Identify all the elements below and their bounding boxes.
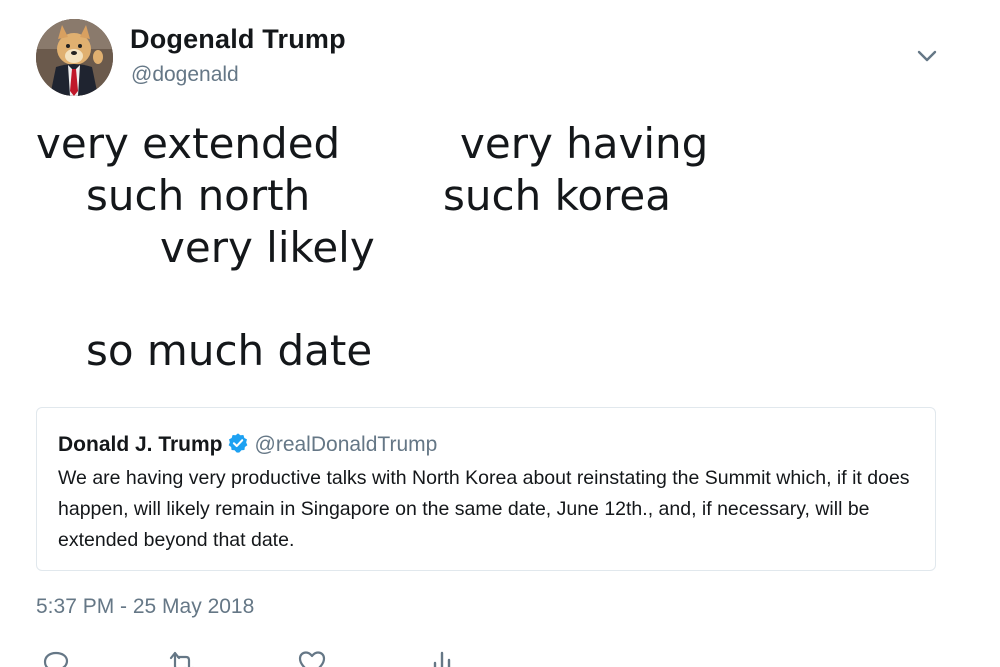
- tweet-text-line: very extended: [36, 119, 341, 168]
- analytics-icon[interactable]: [426, 648, 458, 667]
- reply-icon[interactable]: [40, 648, 72, 667]
- avatar-image: [36, 19, 113, 96]
- retweet-icon[interactable]: [166, 648, 198, 667]
- tweet-text-line: so much date: [86, 326, 373, 375]
- tweet-text-line: very likely: [160, 223, 375, 272]
- timestamp[interactable]: 5:37 PM - 25 May 2018: [36, 595, 254, 619]
- quoted-tweet-text: We are having very productive talks with…: [58, 467, 910, 551]
- action-bar: [0, 648, 1000, 667]
- display-name[interactable]: Dogenald Trump: [130, 24, 346, 55]
- quoted-tweet-header: Donald J. Trump @realDonaldTrump: [58, 432, 437, 457]
- tweet-text-line: very having: [460, 119, 709, 168]
- verified-badge-icon: [228, 433, 247, 453]
- tweet: Dogenald Trump @dogenald very extended v…: [0, 0, 1000, 667]
- like-icon[interactable]: [296, 648, 328, 667]
- tweet-text-line: such korea: [443, 171, 672, 220]
- quoted-username: @realDonaldTrump: [254, 433, 438, 456]
- quoted-display-name: Donald J. Trump: [58, 433, 223, 456]
- quoted-tweet[interactable]: Donald J. Trump @realDonaldTrump We are h…: [36, 407, 936, 571]
- chevron-down-icon[interactable]: [914, 44, 940, 68]
- username[interactable]: @dogenald: [131, 63, 239, 87]
- avatar[interactable]: [36, 19, 113, 96]
- tweet-text-line: such north: [86, 171, 311, 220]
